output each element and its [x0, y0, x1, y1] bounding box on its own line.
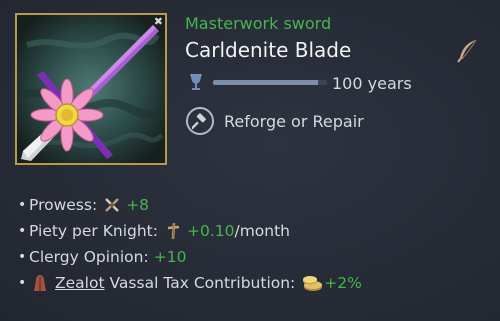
modifier-value: +8: [126, 196, 150, 214]
modifier-label: Piety per Knight:: [29, 222, 158, 240]
reforge-button[interactable]: Reforge or Repair: [186, 105, 364, 137]
modifier-piety-per-knight: • Piety per Knight: +0.10 /month: [18, 218, 362, 244]
artifact-image-frame: ✖: [15, 13, 167, 165]
durability-bar: [213, 80, 327, 85]
goblet-icon: [188, 73, 204, 91]
bullet: •: [18, 275, 27, 291]
modifier-prowess: • Prowess: +8: [18, 192, 362, 218]
bullet: •: [18, 249, 27, 265]
modifier-list: • Prowess: +8 • Piety per Knight: +0.10 …: [18, 192, 362, 296]
bullet: •: [18, 223, 27, 239]
modifier-value: +0.10: [186, 222, 235, 240]
durability-bar-fill: [213, 80, 318, 85]
artifact-quality-label: Masterwork sword: [185, 14, 332, 33]
artifact-name: Carldenite Blade: [185, 38, 352, 62]
modifier-value: +10: [153, 248, 187, 266]
zealot-robe-icon: [31, 274, 49, 292]
gold-coins-icon: [301, 274, 323, 292]
modifier-label: Vassal Tax Contribution:: [109, 274, 296, 292]
sword-artifact-icon: [17, 15, 165, 163]
modifier-value: +2%: [324, 274, 362, 292]
hammer-icon: [186, 107, 214, 135]
quill-icon[interactable]: [454, 38, 480, 64]
zealot-link[interactable]: Zealot: [55, 274, 105, 292]
reforge-label: Reforge or Repair: [224, 111, 364, 131]
artifact-tooltip: ✖ Masterwork sword Carldenite Blade 100 …: [0, 0, 500, 321]
modifier-label: Prowess:: [29, 196, 98, 214]
pin-icon[interactable]: ✖: [154, 16, 163, 27]
bullet: •: [18, 197, 27, 213]
modifier-clergy-opinion: • Clergy Opinion: +10: [18, 244, 362, 270]
modifier-vassal-tax: • Zealot Vassal Tax Contribution: +2%: [18, 270, 362, 296]
modifier-suffix: /month: [234, 222, 290, 240]
swords-icon: [103, 196, 121, 214]
cross-icon: [164, 222, 182, 240]
durability-text: 100 years: [332, 74, 412, 93]
modifier-label: Clergy Opinion:: [29, 248, 149, 266]
